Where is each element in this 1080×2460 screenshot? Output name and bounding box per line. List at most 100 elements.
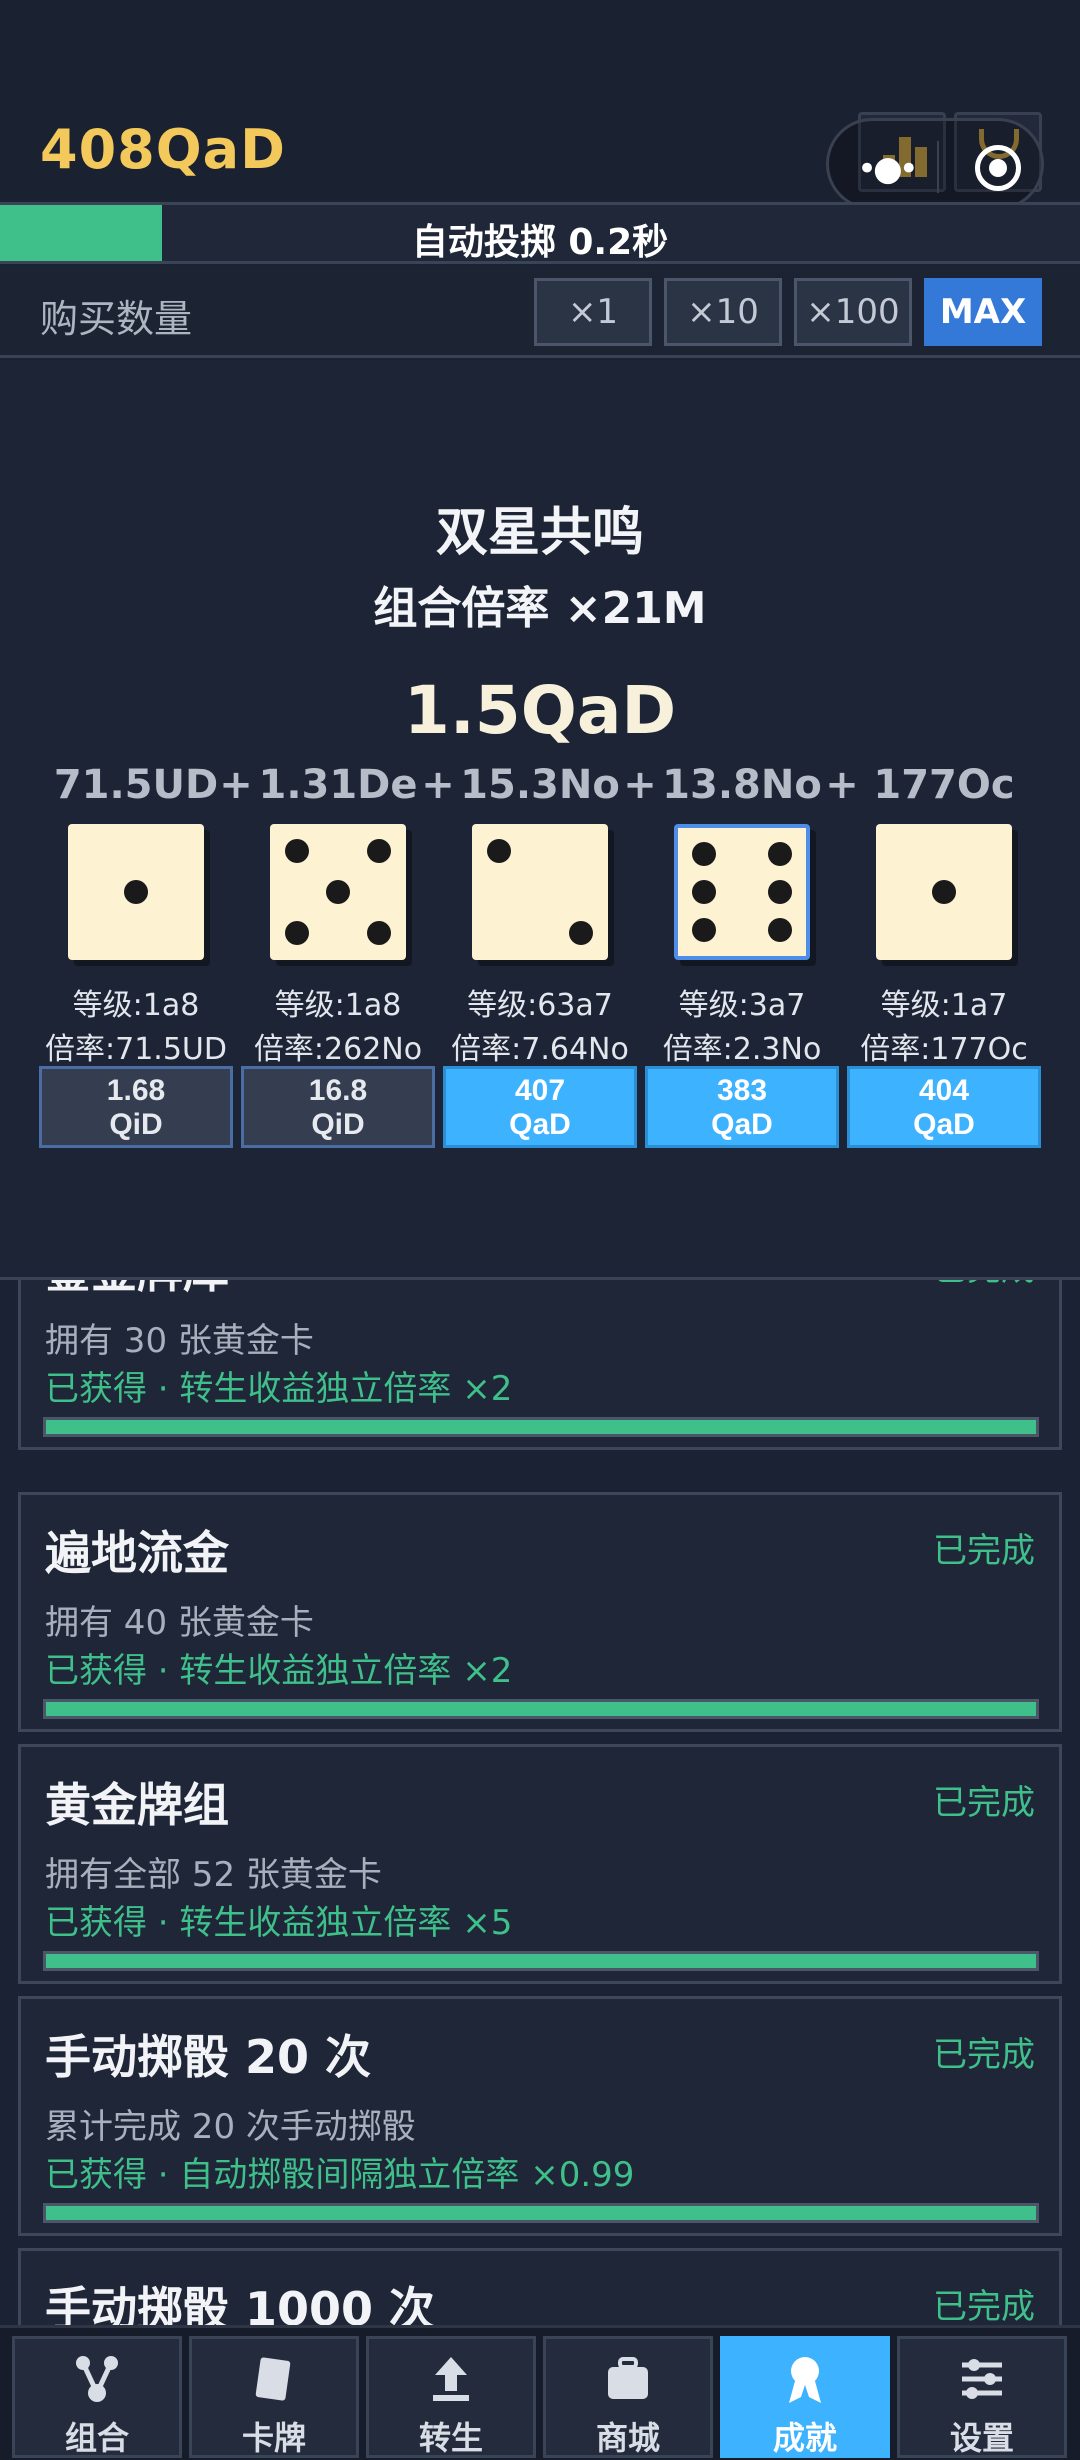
achievement-status: 已完成 (933, 1531, 1035, 1571)
achievement-reward: 已获得 · 转生收益独立倍率 ×2 (45, 1369, 513, 1409)
achievement-status: 已完成 (933, 1280, 1035, 1290)
achievement-progress (43, 1951, 1039, 1971)
achievement-card: 手动掷骰 20 次 已完成 累计完成 20 次手动掷骰 已获得 · 自动掷骰间隔… (18, 1996, 1062, 2236)
equation-term: 15.3No (460, 762, 620, 808)
equation-term: 13.8No (662, 762, 822, 808)
qty-x10-button[interactable]: ×10 (664, 278, 782, 346)
achievement-list[interactable]: 鎏金牌库 已完成 拥有 30 张黄金卡 已获得 · 转生收益独立倍率 ×2 遍地… (0, 1280, 1080, 2325)
achievement-reward: 已获得 · 转生收益独立倍率 ×2 (45, 1651, 513, 1691)
achievement-progress (43, 1699, 1039, 1719)
nav-label: 商城 (595, 2419, 660, 2457)
achievement-title: 手动掷骰 1000 次 (45, 2282, 436, 2325)
qty-max-button[interactable]: MAX (924, 278, 1042, 346)
die-4[interactable] (674, 824, 810, 960)
shop-icon (608, 2357, 648, 2399)
die-3[interactable] (472, 824, 608, 960)
die-pip (326, 880, 350, 904)
nav-label: 转生 (418, 2419, 483, 2457)
die-rate: 倍率:262No (253, 1032, 423, 1067)
combo-total: 1.5QaD (403, 672, 677, 749)
buy-quantity-label: 购买数量 (40, 297, 193, 341)
combo-icon (76, 2356, 118, 2402)
equation-plus: + (219, 762, 253, 808)
achievement-status: 已完成 (933, 2035, 1035, 2075)
auto-roll-progress: 自动投掷 0.2秒 (0, 202, 1080, 264)
more-menu-icon[interactable]: •●• (857, 149, 919, 189)
nav-label: 成就 (772, 2419, 837, 2457)
die-rate: 倍率:177Oc (860, 1032, 1028, 1067)
nav-achievements[interactable]: 成就 (720, 2336, 890, 2458)
achievement-title: 手动掷骰 20 次 (45, 2030, 372, 2084)
nav-label: 组合 (64, 2419, 129, 2457)
achievement-title: 遍地流金 (45, 1526, 229, 1580)
die-pip (487, 839, 512, 864)
achievement-progress (43, 2203, 1039, 2223)
currency-balance: 408QaD (40, 118, 286, 181)
achievement-card: 遍地流金 已完成 拥有 40 张黄金卡 已获得 · 转生收益独立倍率 ×2 (18, 1492, 1062, 1732)
achievement-card: 手动掷骰 1000 次 已完成 (18, 2248, 1062, 2325)
achievement-icon (789, 2357, 821, 2403)
nav-rebirth[interactable]: 转生 (366, 2336, 536, 2458)
die-rate: 倍率:7.64No (451, 1032, 629, 1067)
die-level: 等级:1a8 (274, 988, 402, 1023)
nav-label: 卡牌 (241, 2419, 306, 2457)
die-pip (285, 920, 310, 945)
upgrade-die-1-button[interactable]: 1.68 QiD (39, 1066, 233, 1148)
bottom-nav: 组合 卡牌 转生 商城 成就 设置 (0, 2325, 1080, 2460)
achievement-title: 黄金牌组 (45, 1778, 229, 1832)
nav-cards[interactable]: 卡牌 (189, 2336, 359, 2458)
equation-term: 71.5UD (53, 762, 219, 808)
top-bar: 408QaD •●• (0, 0, 1080, 210)
rebirth-icon (433, 2357, 469, 2401)
nav-combo[interactable]: 组合 (12, 2336, 182, 2458)
achievement-status: 已完成 (933, 1783, 1035, 1823)
die-5[interactable] (876, 824, 1012, 960)
die-level: 等级:1a8 (72, 988, 200, 1023)
settings-icon (962, 2359, 1002, 2399)
achievement-reward: 已获得 · 自动掷骰间隔独立倍率 ×0.99 (45, 2155, 635, 2195)
die-pip (366, 920, 391, 945)
equation-plus: + (421, 762, 455, 808)
nav-shop[interactable]: 商城 (543, 2336, 713, 2458)
buy-quantity-row: 购买数量 ×1 ×10 ×100 MAX (0, 266, 1080, 358)
nav-label: 设置 (949, 2419, 1014, 2457)
die-rate: 倍率:71.5UD (45, 1032, 227, 1067)
die-level: 等级:1a7 (880, 988, 1008, 1023)
die-2[interactable] (270, 824, 406, 960)
nav-settings[interactable]: 设置 (897, 2336, 1067, 2458)
achievement-description: 累计完成 20 次手动掷骰 (45, 2107, 416, 2147)
die-pip (285, 839, 310, 864)
qty-x100-button[interactable]: ×100 (794, 278, 912, 346)
upgrade-die-3-button[interactable]: 407 QaD (443, 1066, 637, 1148)
upgrade-die-4-button[interactable]: 383 QaD (645, 1066, 839, 1148)
die-pip (932, 880, 956, 904)
combo-panel: 双星共鸣 组合倍率 ×21M 1.5QaD 71.5UD + 1.31De + … (0, 360, 1080, 1280)
die-pip (568, 920, 593, 945)
die-pip (124, 880, 148, 904)
qty-x1-button[interactable]: ×1 (534, 278, 652, 346)
equation-plus: + (825, 762, 859, 808)
achievement-description: 拥有 30 张黄金卡 (45, 1321, 314, 1361)
achievement-description: 拥有全部 52 张黄金卡 (45, 1855, 382, 1895)
upgrade-die-2-button[interactable]: 16.8 QiD (241, 1066, 435, 1148)
capsule-divider (937, 141, 939, 193)
die-pip (768, 880, 793, 904)
die-pip (691, 880, 716, 904)
die-pip (768, 918, 793, 943)
achievement-card: 鎏金牌库 已完成 拥有 30 张黄金卡 已获得 · 转生收益独立倍率 ×2 (18, 1280, 1062, 1450)
die-pip (691, 918, 716, 943)
achievement-reward: 已获得 · 转生收益独立倍率 ×5 (45, 1903, 513, 1943)
combo-equation: 71.5UD + 1.31De + 15.3No + 13.8No + 177O… (0, 762, 1080, 812)
achievement-status: 已完成 (933, 2287, 1035, 2325)
die-pip (768, 841, 793, 866)
die-level: 等级:63a7 (467, 988, 613, 1023)
achievement-description: 拥有 40 张黄金卡 (45, 1603, 314, 1643)
die-1[interactable] (68, 824, 204, 960)
achievement-progress (43, 1417, 1039, 1437)
equation-plus: + (623, 762, 657, 808)
close-target-icon[interactable] (975, 145, 1021, 191)
equation-term: 1.31De (258, 762, 418, 808)
upgrade-die-5-button[interactable]: 404 QaD (847, 1066, 1041, 1148)
die-level: 等级:3a7 (678, 988, 806, 1023)
mini-program-capsule: •●• (826, 118, 1044, 210)
